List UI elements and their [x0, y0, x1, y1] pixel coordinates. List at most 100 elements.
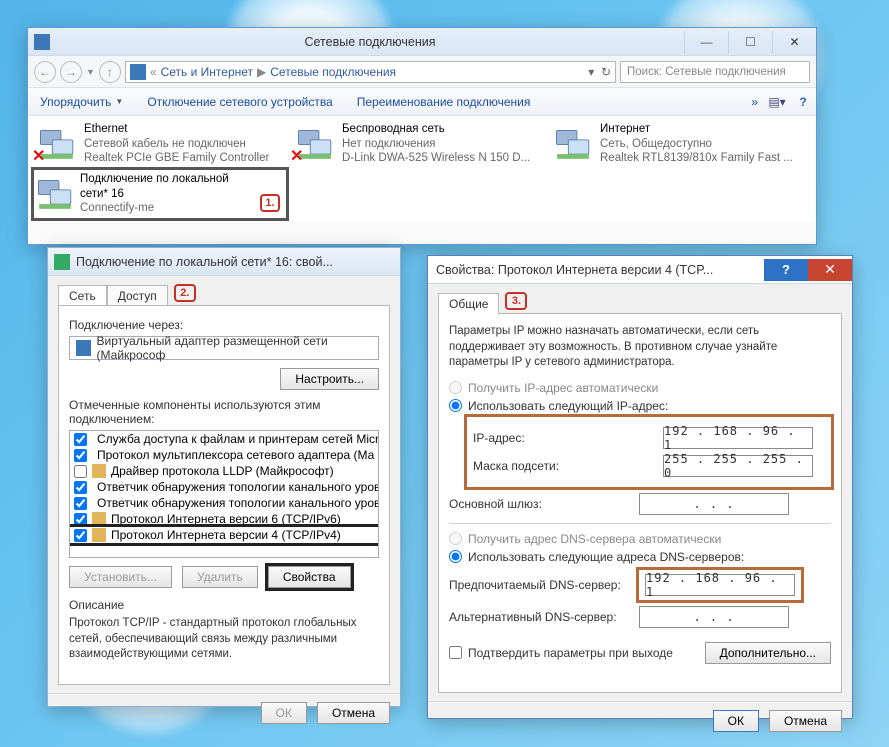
component-checkbox[interactable] — [74, 497, 87, 510]
component-label: Протокол мультиплексора сетевого адаптер… — [97, 448, 374, 462]
install-button[interactable]: Установить... — [69, 566, 172, 588]
connection-text: Подключение по локальной сети* 16 Connec… — [80, 172, 254, 216]
rename-connection-button[interactable]: Переименование подключения — [345, 95, 543, 109]
disconnected-x-icon: ✕ — [290, 146, 303, 166]
components-list[interactable]: Служба доступа к файлам и принтерам сете… — [69, 430, 379, 558]
gateway-input[interactable]: . . . — [639, 493, 789, 515]
component-checkbox[interactable] — [74, 465, 87, 478]
radio-manual-dns[interactable] — [449, 550, 462, 563]
adapter-field: Виртуальный адаптер размещенной сети (Ма… — [69, 336, 379, 360]
back-button[interactable]: ← — [34, 61, 56, 83]
breadcrumb-root[interactable]: Сеть и Интернет — [161, 65, 253, 79]
connection-name: Ethernet — [84, 122, 269, 136]
component-label: Служба доступа к файлам и принтерам сете… — [97, 432, 379, 446]
mask-input[interactable]: 255 . 255 . 255 . 0 — [663, 455, 813, 477]
connection-item[interactable]: Интернет Сеть, Общедоступно Realtek RTL8… — [550, 120, 802, 168]
radio-auto-ip[interactable] — [449, 381, 462, 394]
network-adapter-icon: ✕ — [294, 122, 336, 164]
radio-manual-ip[interactable] — [449, 399, 462, 412]
dlg2-ok-button[interactable]: ОК — [713, 710, 759, 732]
dlg1-ok-button[interactable]: ОК — [261, 702, 307, 724]
dlg1-title: Подключение по локальной сети* 16: свой.… — [76, 255, 400, 269]
view-layout-icon[interactable]: ▤▾ — [764, 91, 790, 113]
connection-adapter: Realtek PCIe GBE Family Controller — [84, 151, 269, 165]
up-button[interactable]: ↑ — [99, 61, 121, 83]
disable-device-button[interactable]: Отключение сетевого устройства — [135, 95, 344, 109]
organize-menu[interactable]: Упорядочить▼ — [28, 95, 135, 109]
dlg2-titlebar[interactable]: Свойства: Протокол Интернета версии 4 (T… — [428, 256, 852, 284]
search-input[interactable]: Поиск: Сетевые подключения — [620, 61, 810, 83]
dlg2-cancel-button[interactable]: Отмена — [769, 710, 842, 732]
component-label: Протокол Интернета версии 4 (TCP/IPv4) — [111, 528, 341, 542]
ip-input[interactable]: 192 . 168 . 96 . 1 — [663, 427, 813, 449]
chevron-down-icon: ▼ — [115, 97, 123, 106]
address-dropdown-icon[interactable]: ▾ ↻ — [588, 65, 611, 79]
dns1-input[interactable]: 192 . 168 . 96 . 1 — [645, 574, 795, 596]
component-icon — [92, 512, 106, 526]
component-checkbox[interactable] — [74, 529, 87, 542]
connection-adapter: Connectify-me — [80, 201, 254, 215]
connection-status: Сеть, Общедоступно — [600, 137, 793, 151]
command-bar: Упорядочить▼ Отключение сетевого устройс… — [28, 88, 816, 116]
connection-name: Подключение по локальной сети* 16 — [80, 172, 254, 201]
minimize-button[interactable]: — — [684, 31, 728, 53]
ipv4-info-text: Параметры IP можно назначать автоматичес… — [449, 324, 831, 371]
cmd-overflow-icon[interactable]: » — [542, 95, 764, 109]
confirm-on-exit-checkbox[interactable] — [449, 646, 462, 659]
address-bar[interactable]: « Сеть и Интернет ▶ Сетевые подключения … — [125, 61, 616, 83]
connection-item[interactable]: Подключение по локальной сети* 16 Connec… — [34, 170, 286, 218]
connection-text: Беспроводная сеть Нет подключения D-Link… — [342, 122, 530, 166]
breadcrumb-arrow-icon: ▶ — [257, 65, 266, 79]
dlg1-titlebar[interactable]: Подключение по локальной сети* 16: свой.… — [48, 248, 400, 276]
radio-manual-dns-label: Использовать следующие адреса DNS-сервер… — [468, 550, 744, 564]
radio-auto-ip-label: Получить IP-адрес автоматически — [468, 381, 658, 395]
recent-dropdown-icon[interactable]: ▼ — [86, 67, 95, 77]
network-adapter-icon — [552, 122, 594, 164]
dlg1-cancel-button[interactable]: Отмена — [317, 702, 390, 724]
nav-bar: ← → ▼ ↑ « Сеть и Интернет ▶ Сетевые подк… — [28, 56, 816, 88]
component-row[interactable]: Ответчик обнаружения топологии канальног… — [70, 495, 378, 511]
maximize-button[interactable]: ☐ — [728, 31, 772, 53]
component-row[interactable]: Протокол Интернета версии 4 (TCP/IPv4) — [70, 527, 378, 543]
dns2-input[interactable]: . . . — [639, 606, 789, 628]
component-row[interactable]: Протокол Интернета версии 6 (TCP/IPv6) — [70, 511, 378, 527]
network-adapter-icon — [36, 172, 74, 214]
breadcrumb-leaf[interactable]: Сетевые подключения — [270, 65, 396, 79]
component-row[interactable]: Ответчик обнаружения топологии канальног… — [70, 479, 378, 495]
adapter-name: Виртуальный адаптер размещенной сети (Ма… — [97, 334, 372, 362]
connect-via-label: Подключение через: — [69, 318, 379, 332]
connections-list: ✕ Ethernet Сетевой кабель не подключен R… — [28, 116, 816, 222]
tab-network[interactable]: Сеть — [58, 285, 107, 307]
remove-button[interactable]: Удалить — [182, 566, 258, 588]
component-checkbox[interactable] — [74, 481, 87, 494]
component-checkbox[interactable] — [74, 513, 87, 526]
dlg2-close-button[interactable]: ✕ — [808, 259, 852, 281]
component-checkbox[interactable] — [74, 449, 87, 462]
titlebar[interactable]: Сетевые подключения — ☐ ✕ — [28, 28, 816, 56]
component-row[interactable]: Служба доступа к файлам и принтерам сете… — [70, 431, 378, 447]
configure-button[interactable]: Настроить... — [280, 368, 379, 390]
component-row[interactable]: Драйвер протокола LLDP (Майкрософт) — [70, 463, 378, 479]
ip-fields-highlight: IP-адрес: 192 . 168 . 96 . 1 Маска подсе… — [467, 417, 831, 487]
component-icon — [92, 528, 106, 542]
forward-button[interactable]: → — [60, 61, 82, 83]
help-icon[interactable]: ? — [790, 91, 816, 113]
component-icon — [92, 464, 106, 478]
dns2-label: Альтернативный DNS-сервер: — [449, 610, 639, 624]
component-label: Ответчик обнаружения топологии канальног… — [97, 480, 379, 494]
component-properties-button[interactable]: Свойства — [268, 566, 351, 588]
radio-auto-dns[interactable] — [449, 532, 462, 545]
connection-item[interactable]: ✕ Беспроводная сеть Нет подключения D-Li… — [292, 120, 544, 168]
tab-access[interactable]: Доступ — [107, 285, 168, 307]
dlg2-help-button[interactable]: ? — [764, 259, 808, 281]
advanced-button[interactable]: Дополнительно... — [705, 642, 831, 664]
adapter-small-icon — [76, 340, 91, 356]
component-row[interactable]: Протокол мультиплексора сетевого адаптер… — [70, 447, 378, 463]
component-checkbox[interactable] — [74, 433, 87, 446]
close-button[interactable]: ✕ — [772, 31, 816, 53]
connection-item[interactable]: ✕ Ethernet Сетевой кабель не подключен R… — [34, 120, 286, 168]
radio-auto-dns-label: Получить адрес DNS-сервера автоматически — [468, 532, 721, 546]
tab-general[interactable]: Общие — [438, 293, 499, 315]
adapter-icon — [54, 254, 70, 270]
mask-label: Маска подсети: — [473, 459, 663, 473]
